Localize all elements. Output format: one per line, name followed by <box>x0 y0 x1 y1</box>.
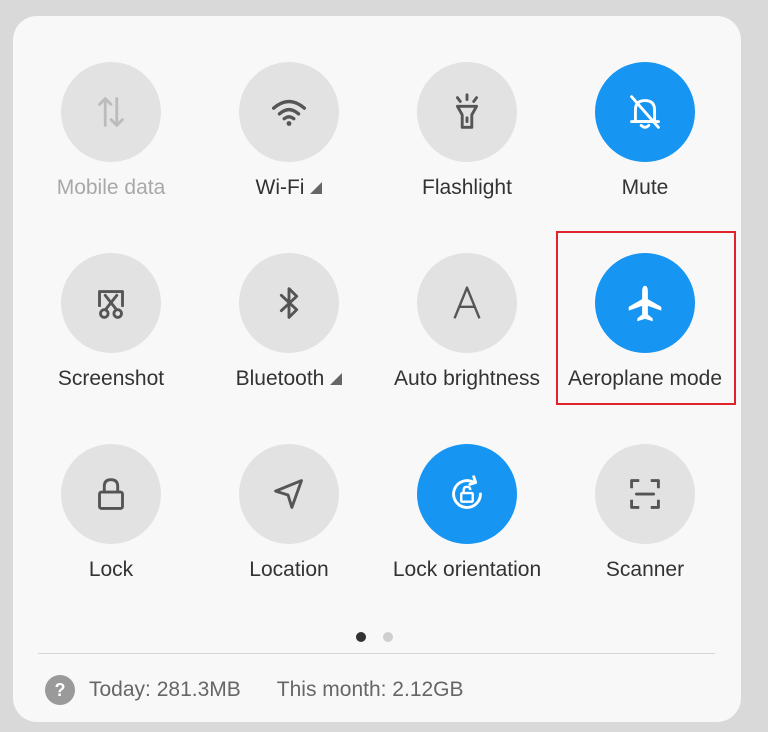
location-icon <box>274 479 303 509</box>
footer-divider <box>38 653 715 654</box>
flashlight-label-text: Flashlight <box>422 176 512 199</box>
scanner-label-text: Scanner <box>605 558 685 581</box>
lock-toggle[interactable] <box>61 444 161 544</box>
lock-orientation-toggle[interactable] <box>417 444 517 544</box>
tile-auto-brightness[interactable]: Auto brightness <box>378 253 556 403</box>
tile-screenshot-label: Screenshot <box>58 367 164 391</box>
flashlight-icon <box>455 93 479 129</box>
tile-scanner[interactable]: Scanner <box>556 444 734 594</box>
today-usage: Today: 281.3MB <box>89 678 241 701</box>
bluetooth-icon <box>279 287 299 319</box>
wifi-label-text: Wi-Fi <box>255 176 305 199</box>
bluetooth-toggle[interactable] <box>239 253 339 353</box>
auto-brightness-icon <box>453 286 481 319</box>
mute-toggle[interactable] <box>595 62 695 162</box>
location-toggle[interactable] <box>239 444 339 544</box>
tile-lock-orientation[interactable]: Lock orientation <box>378 444 556 594</box>
tile-bluetooth[interactable]: Bluetooth <box>200 253 378 403</box>
bluetooth-label-text: Bluetooth <box>235 367 325 390</box>
scanner-toggle[interactable] <box>595 444 695 544</box>
wifi-toggle[interactable] <box>239 62 339 162</box>
location-label-text: Location <box>249 558 329 581</box>
page-indicator <box>356 632 393 642</box>
expand-triangle-icon[interactable] <box>330 373 343 385</box>
scanner-icon <box>630 479 660 509</box>
lock-label-text: Lock <box>88 558 134 581</box>
auto-brightness-label-text: Auto brightness <box>394 367 540 390</box>
tile-location-label: Location <box>249 558 328 582</box>
page-dot-2[interactable] <box>383 632 393 642</box>
tile-flashlight-label: Flashlight <box>422 176 512 200</box>
tile-location[interactable]: Location <box>200 444 378 594</box>
mobile-data-icon <box>98 97 124 127</box>
flashlight-toggle[interactable] <box>417 62 517 162</box>
help-icon[interactable]: ? <box>45 675 75 705</box>
screenshot-toggle[interactable] <box>61 253 161 353</box>
mute-label-text: Mute <box>621 176 669 199</box>
data-usage-footer: ? Today: 281.3MB This month: 2.12GB <box>45 675 464 705</box>
tile-auto-brightness-label: Auto brightness <box>394 367 540 391</box>
mobile-data-label-text: Mobile data <box>56 176 166 199</box>
lock-icon <box>98 478 124 510</box>
rotation-lock-icon <box>452 475 482 509</box>
tile-screenshot[interactable]: Screenshot <box>22 253 200 403</box>
mute-bell-icon <box>630 95 660 129</box>
wifi-icon <box>271 99 307 126</box>
tile-flashlight[interactable]: Flashlight <box>378 62 556 212</box>
month-usage: This month: 2.12GB <box>276 678 464 701</box>
tile-wifi-label: Wi-Fi <box>256 176 323 200</box>
tile-lock[interactable]: Lock <box>22 444 200 594</box>
screenshot-label-text: Screenshot <box>57 367 165 390</box>
tile-bluetooth-label: Bluetooth <box>236 367 343 391</box>
tile-lock-orientation-label: Lock orientation <box>393 558 541 582</box>
tile-mobile-data[interactable]: Mobile data <box>22 62 200 212</box>
page-dot-1[interactable] <box>356 632 366 642</box>
expand-triangle-icon[interactable] <box>310 182 323 194</box>
tile-mobile-data-label: Mobile data <box>57 176 166 200</box>
lock-orientation-label-text: Lock orientation <box>392 558 542 581</box>
auto-brightness-toggle[interactable] <box>417 253 517 353</box>
tile-mute-label: Mute <box>622 176 669 200</box>
tile-lock-label: Lock <box>89 558 133 582</box>
tile-mute[interactable]: Mute <box>556 62 734 212</box>
aeroplane-mode-highlight-box <box>556 231 736 405</box>
tile-wifi[interactable]: Wi-Fi <box>200 62 378 212</box>
mobile-data-toggle[interactable] <box>61 62 161 162</box>
tile-scanner-label: Scanner <box>606 558 684 582</box>
screenshot-icon <box>98 290 124 319</box>
